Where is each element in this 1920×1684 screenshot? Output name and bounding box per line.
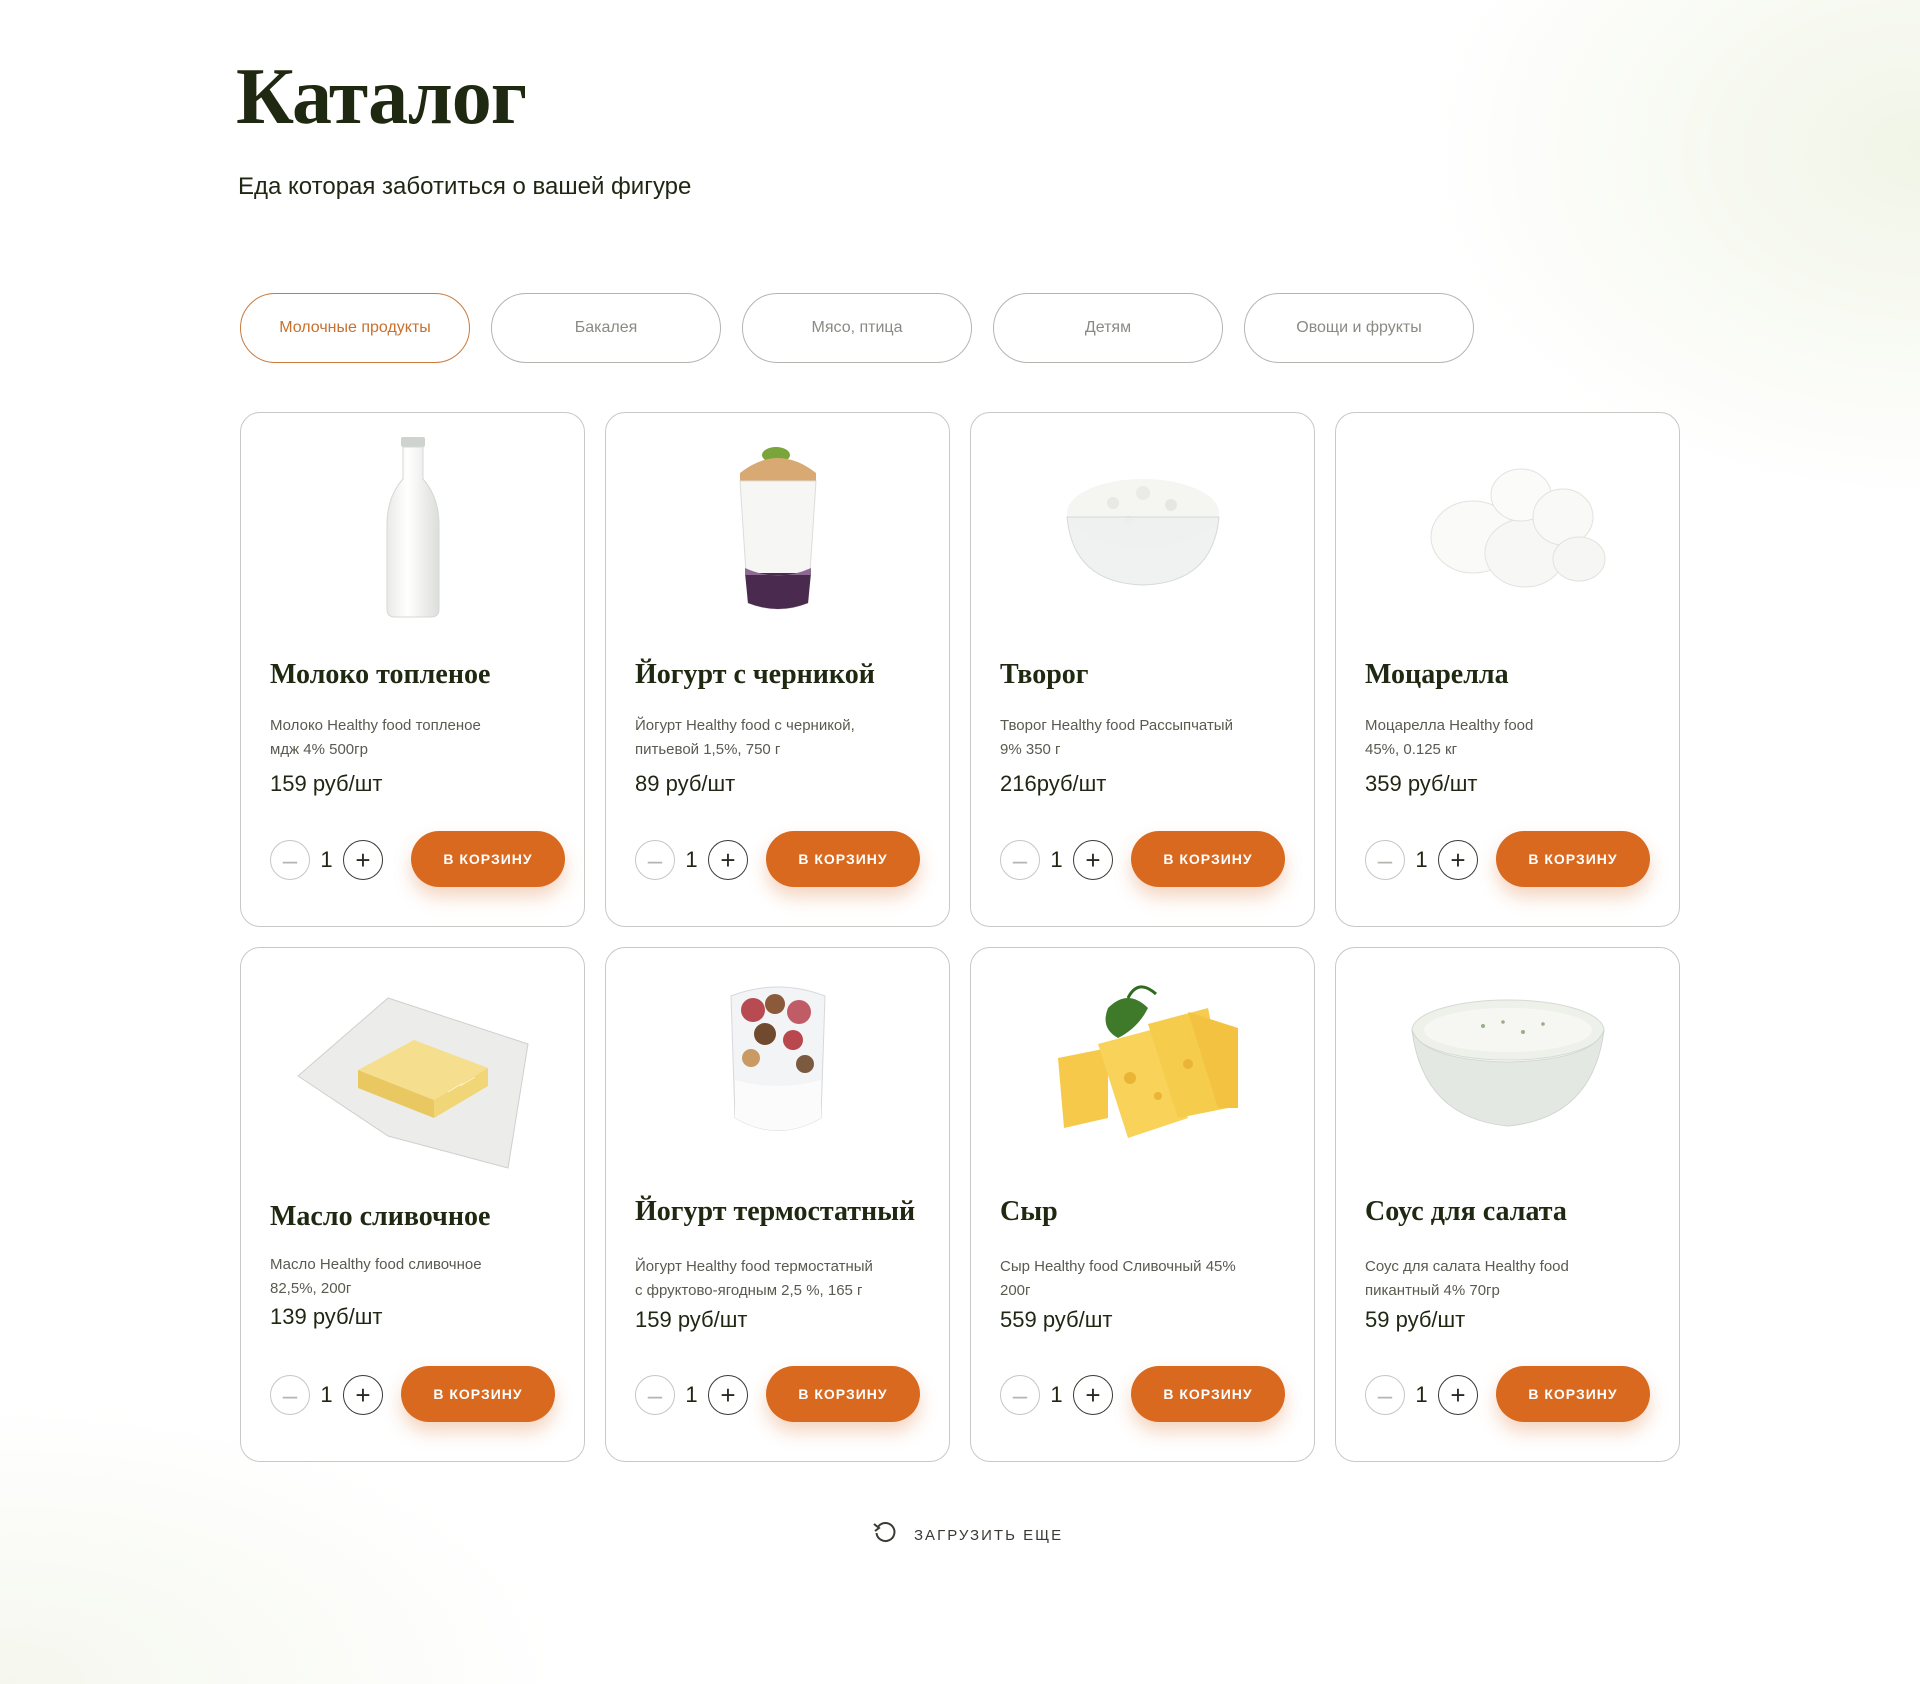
butter-image [241, 958, 584, 1193]
quantity-stepper: – 1 + [1365, 840, 1478, 880]
product-price: 139 руб/шт [270, 1304, 383, 1329]
filter-grocery[interactable]: Бакалея [491, 293, 721, 363]
product-title: Соус для салата [1365, 1196, 1567, 1227]
decrease-button[interactable]: – [1000, 840, 1040, 880]
product-title: Масло сливочное [270, 1201, 491, 1232]
product-card: Масло сливочное Масло Healthy food сливо… [240, 947, 585, 1462]
filter-dairy[interactable]: Молочные продукты [240, 293, 470, 363]
increase-button[interactable]: + [1438, 840, 1478, 880]
add-to-cart-button[interactable]: В КОРЗИНУ [766, 831, 920, 887]
quantity-stepper: – 1 + [635, 1375, 748, 1415]
add-to-cart-button[interactable]: В КОРЗИНУ [401, 1366, 555, 1422]
blueberry-yogurt-image [606, 433, 949, 623]
quantity-value: 1 [685, 1382, 698, 1407]
quantity-value: 1 [685, 847, 698, 872]
add-to-cart-button[interactable]: В КОРЗИНУ [1131, 831, 1285, 887]
product-title: Сыр [1000, 1196, 1058, 1227]
refresh-icon [872, 1520, 898, 1550]
product-title: Йогурт с черникой [635, 659, 875, 690]
quantity-stepper: – 1 + [1365, 1375, 1478, 1415]
quantity-value: 1 [320, 1382, 333, 1407]
quantity-stepper: – 1 + [1000, 840, 1113, 880]
product-card: Моцарелла Моцарелла Healthy food 45%, 0.… [1335, 412, 1680, 927]
add-to-cart-button[interactable]: В КОРЗИНУ [1496, 831, 1650, 887]
quantity-value: 1 [1050, 847, 1063, 872]
decrease-button[interactable]: – [635, 840, 675, 880]
increase-button[interactable]: + [708, 840, 748, 880]
mozzarella-image [1336, 433, 1679, 623]
product-card: Йогурт термостатный Йогурт Healthy food … [605, 947, 950, 1462]
decrease-button[interactable]: – [1365, 840, 1405, 880]
filter-vegetables-fruits[interactable]: Овощи и фрукты [1244, 293, 1474, 363]
product-description: Йогурт Healthy food термостатный с фрукт… [635, 1258, 873, 1299]
product-price: 89 руб/шт [635, 771, 736, 796]
filter-kids[interactable]: Детям [993, 293, 1223, 363]
product-description: Творог Healthy food Рассыпчатый 9% 350 г [1000, 717, 1233, 758]
product-price: 159 руб/шт [635, 1307, 748, 1332]
add-to-cart-button[interactable]: В КОРЗИНУ [766, 1366, 920, 1422]
product-description: Молоко Healthy food топленое мдж 4% 500г… [270, 717, 481, 758]
filter-meat-poultry[interactable]: Мясо, птица [742, 293, 972, 363]
salad-sauce-image [1336, 968, 1679, 1158]
product-card: Молоко топленое Молоко Healthy food топл… [240, 412, 585, 927]
product-card: Йогурт с черникой Йогурт Healthy food с … [605, 412, 950, 927]
quantity-stepper: – 1 + [270, 840, 383, 880]
decrease-button[interactable]: – [270, 840, 310, 880]
load-more-label: ЗАГРУЗИТЬ ЕЩЕ [914, 1526, 1064, 1544]
product-price: 59 руб/шт [1365, 1307, 1466, 1332]
increase-button[interactable]: + [343, 1375, 383, 1415]
add-to-cart-button[interactable]: В КОРЗИНУ [1496, 1366, 1650, 1422]
product-price: 159 руб/шт [270, 771, 383, 796]
add-to-cart-button[interactable]: В КОРЗИНУ [411, 831, 565, 887]
decrease-button[interactable]: – [270, 1375, 310, 1415]
cheese-image [971, 968, 1314, 1158]
decrease-button[interactable]: – [1000, 1375, 1040, 1415]
increase-button[interactable]: + [1073, 840, 1113, 880]
product-description: Сыр Healthy food Сливочный 45% 200г [1000, 1258, 1236, 1299]
category-filters: Молочные продукты Бакалея Мясо, птица Де… [240, 293, 1474, 363]
product-description: Моцарелла Healthy food 45%, 0.125 кг [1365, 717, 1534, 758]
product-title: Молоко топленое [270, 659, 491, 690]
decrease-button[interactable]: – [1365, 1375, 1405, 1415]
load-more-button[interactable]: ЗАГРУЗИТЬ ЕЩЕ [872, 1520, 1063, 1550]
increase-button[interactable]: + [343, 840, 383, 880]
quantity-stepper: – 1 + [635, 840, 748, 880]
product-card: Творог Творог Healthy food Рассыпчатый 9… [970, 412, 1315, 927]
quantity-value: 1 [1415, 847, 1428, 872]
product-price: 216руб/шт [1000, 771, 1107, 796]
add-to-cart-button[interactable]: В КОРЗИНУ [1131, 1366, 1285, 1422]
product-card: Сыр Сыр Healthy food Сливочный 45% 200г … [970, 947, 1315, 1462]
product-description: Масло Healthy food сливочное 82,5%, 200г [270, 1256, 482, 1297]
quantity-value: 1 [1415, 1382, 1428, 1407]
product-title: Моцарелла [1365, 659, 1509, 690]
cottage-cheese-image [971, 433, 1314, 623]
product-description: Соус для салата Healthy food пикантный 4… [1365, 1258, 1569, 1299]
quantity-value: 1 [320, 847, 333, 872]
fruit-yogurt-image [606, 968, 949, 1158]
product-price: 559 руб/шт [1000, 1307, 1113, 1332]
increase-button[interactable]: + [1438, 1375, 1478, 1415]
page-subtitle: Еда которая заботиться о вашей фигуре [238, 173, 692, 200]
quantity-value: 1 [1050, 1382, 1063, 1407]
increase-button[interactable]: + [708, 1375, 748, 1415]
product-title: Творог [1000, 659, 1089, 690]
quantity-stepper: – 1 + [270, 1375, 383, 1415]
decrease-button[interactable]: – [635, 1375, 675, 1415]
product-grid: Молоко топленое Молоко Healthy food топл… [240, 412, 1680, 1462]
page-title: Каталог [236, 53, 527, 141]
product-title: Йогурт термостатный [635, 1196, 916, 1227]
product-price: 359 руб/шт [1365, 771, 1478, 796]
quantity-stepper: – 1 + [1000, 1375, 1113, 1415]
product-description: Йогурт Healthy food с черникой, питьевой… [635, 717, 855, 758]
product-card: Соус для салата Соус для салата Healthy … [1335, 947, 1680, 1462]
milk-bottle-image [241, 433, 584, 623]
increase-button[interactable]: + [1073, 1375, 1113, 1415]
